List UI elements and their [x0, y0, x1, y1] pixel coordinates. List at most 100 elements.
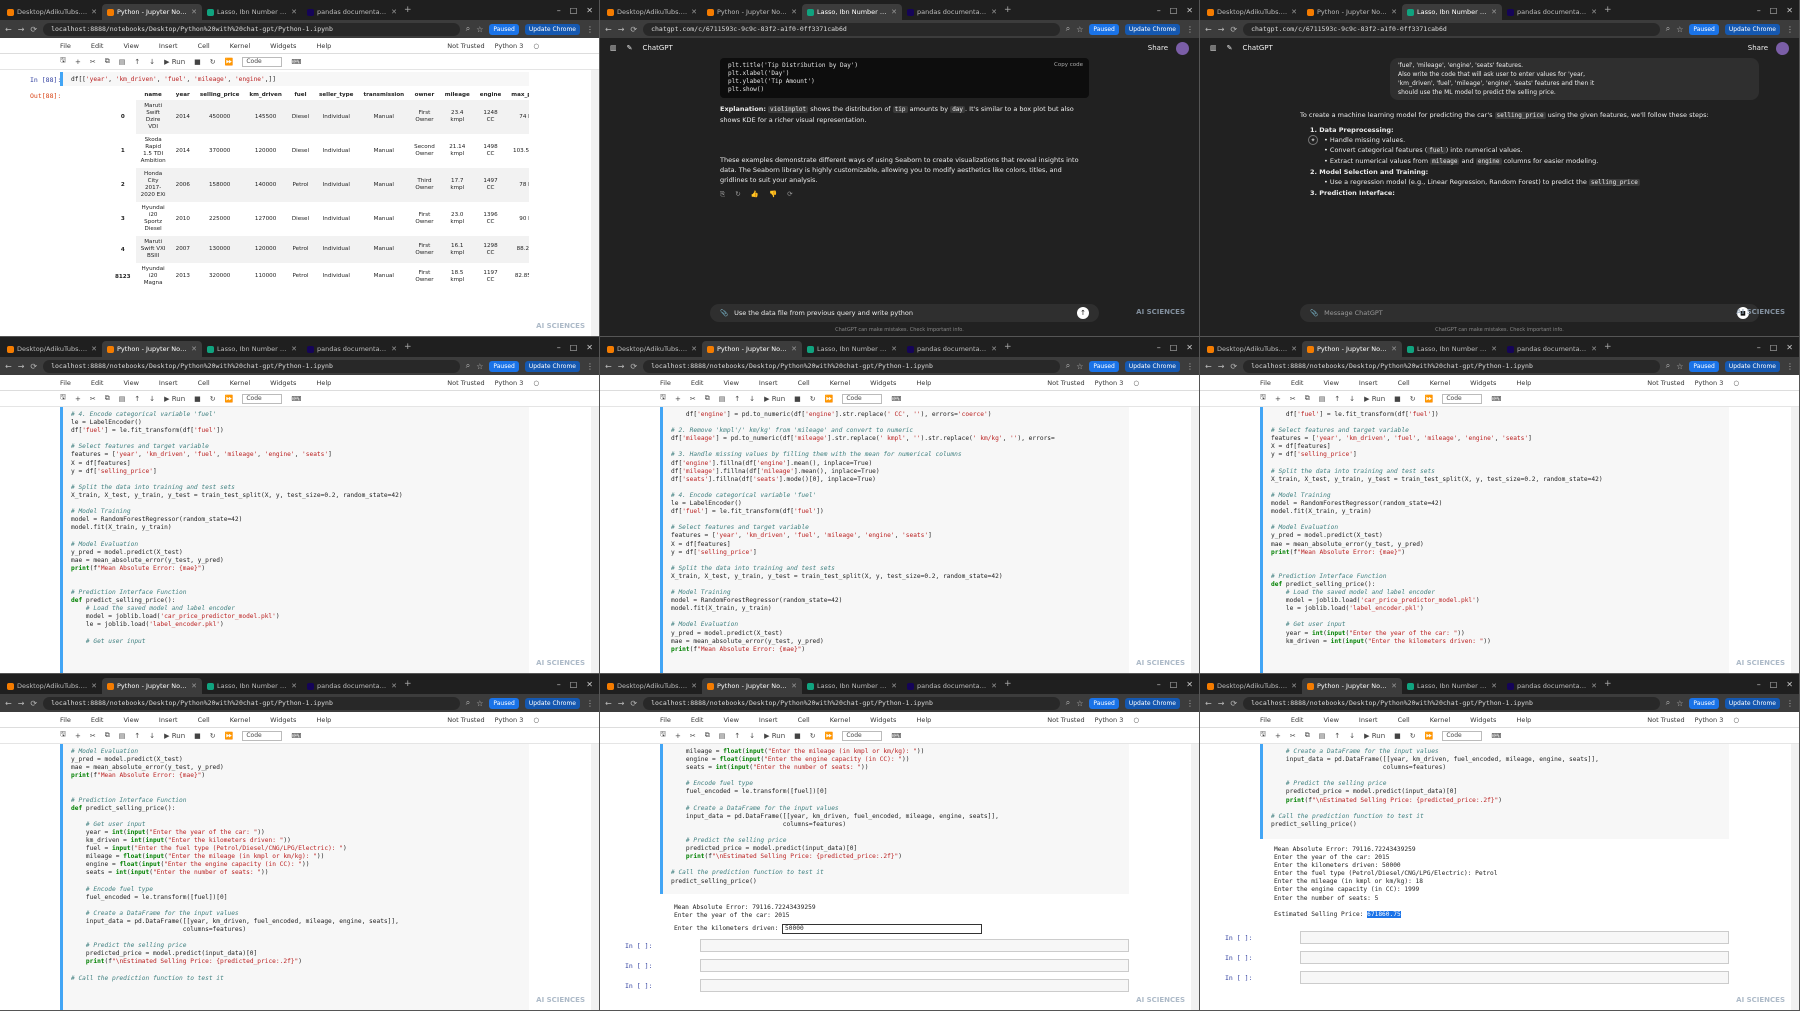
cell-type-select[interactable]: Code [1442, 393, 1483, 404]
menu-cell[interactable]: Cell [198, 379, 210, 387]
restart-run-all-icon[interactable]: ⏩ [225, 395, 234, 403]
empty-code-cell[interactable] [1300, 931, 1729, 944]
back-icon[interactable]: ← [5, 25, 12, 34]
reload-icon[interactable]: ⟳ [30, 362, 37, 371]
move-up-icon[interactable]: ↑ [134, 732, 140, 740]
browser-menu-icon[interactable]: ⋮ [1786, 699, 1794, 708]
share-button[interactable]: Share [1148, 44, 1168, 52]
browser-tab[interactable]: pandas documentation - pa...✕ [302, 4, 402, 20]
code-cell[interactable]: # 4. Encode categorical variable 'fuel' … [60, 407, 529, 673]
command-palette-icon[interactable]: ⌨ [891, 732, 901, 740]
menu-edit[interactable]: Edit [1291, 716, 1304, 724]
menu-view[interactable]: View [1323, 716, 1338, 724]
reload-icon[interactable]: ⟳ [630, 25, 637, 34]
reload-icon[interactable]: ⟳ [630, 699, 637, 708]
reload-icon[interactable]: ⟳ [630, 362, 637, 371]
bookmark-star-icon[interactable]: ☆ [1676, 699, 1683, 708]
trust-status[interactable]: Not Trusted [1647, 716, 1684, 724]
restart-run-all-icon[interactable]: ⏩ [1425, 395, 1434, 403]
menu-cell[interactable]: Cell [1398, 716, 1410, 724]
browser-tab[interactable]: pandas documentation - pa...✕ [1502, 341, 1602, 357]
cell-type-select[interactable]: Code [242, 393, 283, 404]
url-field[interactable]: chatgpt.com/c/6711593c-9c9c-83f2-a1f0-0f… [643, 22, 1060, 36]
save-icon[interactable]: 🖫 [660, 393, 666, 404]
move-down-icon[interactable]: ↓ [749, 395, 755, 403]
restart-run-all-icon[interactable]: ⏩ [825, 732, 834, 740]
browser-menu-icon[interactable]: ⋮ [586, 699, 594, 708]
empty-code-cell[interactable] [700, 979, 1129, 992]
close-icon[interactable]: ✕ [1391, 682, 1397, 690]
browser-tab[interactable]: pandas documentation - pa...✕ [1502, 4, 1602, 20]
close-icon[interactable]: ✕ [791, 8, 797, 16]
browser-tab[interactable]: Lasso, Ibn Number Game✕ [802, 4, 902, 20]
notebook-scrollbar[interactable] [591, 744, 599, 1010]
close-icon[interactable]: ✕ [1391, 8, 1397, 16]
menu-edit[interactable]: Edit [691, 716, 704, 724]
menu-widgets[interactable]: Widgets [870, 716, 896, 724]
bookmark-star-icon[interactable]: ☆ [1676, 25, 1683, 34]
cell-type-select[interactable]: Code [1442, 730, 1483, 741]
cut-icon[interactable]: ✂ [690, 732, 696, 740]
code-cell[interactable]: # Create a DataFrame for the input value… [1260, 744, 1729, 839]
cut-icon[interactable]: ✂ [690, 395, 696, 403]
url-field[interactable]: chatgpt.com/c/6711593c-9c9c-83f2-a1f0-0f… [1243, 22, 1660, 36]
maximize-icon[interactable]: □ [1170, 343, 1178, 352]
menu-kernel[interactable]: Kernel [230, 379, 250, 387]
share-button[interactable]: Share [1748, 44, 1768, 52]
send-icon[interactable]: ↑ [1077, 307, 1089, 319]
attach-icon[interactable]: 📎 [1310, 309, 1318, 317]
save-icon[interactable]: 🖫 [660, 730, 666, 741]
menu-edit[interactable]: Edit [91, 42, 104, 50]
stop-icon[interactable]: ■ [794, 732, 801, 740]
command-palette-icon[interactable]: ⌨ [1491, 732, 1501, 740]
browser-menu-icon[interactable]: ⋮ [1186, 699, 1194, 708]
browser-tab[interactable]: Python - Jupyter Notebook✕ [1302, 678, 1402, 694]
copy-icon[interactable]: ⧉ [705, 731, 710, 740]
restart-icon[interactable]: ↻ [210, 395, 216, 403]
cut-icon[interactable]: ✂ [90, 58, 96, 66]
stop-icon[interactable]: ■ [194, 395, 201, 403]
browser-tab[interactable]: Desktop/AdikuTubs.Science✕ [1202, 341, 1302, 357]
maximize-icon[interactable]: □ [1770, 6, 1778, 15]
paused-profile-button[interactable]: Paused [489, 23, 519, 35]
menu-edit[interactable]: Edit [91, 716, 104, 724]
close-icon[interactable]: ✕ [691, 8, 697, 16]
close-window-icon[interactable]: ✕ [586, 680, 593, 689]
run-icon[interactable]: ▶ Run [1364, 732, 1385, 740]
close-icon[interactable]: ✕ [991, 345, 997, 353]
run-icon[interactable]: ▶ Run [164, 58, 185, 66]
restart-run-all-icon[interactable]: ⏩ [1425, 732, 1434, 740]
paste-icon[interactable]: ▤ [119, 732, 126, 740]
menu-insert[interactable]: Insert [159, 379, 178, 387]
menu-file[interactable]: File [1260, 379, 1271, 387]
bookmark-star-icon[interactable]: ☆ [476, 362, 483, 371]
zoom-icon[interactable]: ⌕ [466, 361, 470, 371]
browser-tab[interactable]: Desktop/AdikuTubs.Science✕ [1202, 678, 1302, 694]
menu-widgets[interactable]: Widgets [1470, 379, 1496, 387]
browser-tab[interactable]: pandas documentation - pa...✕ [902, 4, 1002, 20]
menu-help[interactable]: Help [316, 716, 331, 724]
new-tab-icon[interactable]: + [1004, 342, 1012, 352]
close-icon[interactable]: ✕ [1491, 682, 1497, 690]
maximize-icon[interactable]: □ [1770, 343, 1778, 352]
browser-menu-icon[interactable]: ⋮ [586, 25, 594, 34]
forward-icon[interactable]: → [618, 699, 625, 708]
notebook-scrollbar[interactable] [1191, 407, 1199, 673]
save-icon[interactable]: 🖫 [1260, 393, 1266, 404]
add-cell-icon[interactable]: + [675, 732, 681, 740]
browser-menu-icon[interactable]: ⋮ [1786, 362, 1794, 371]
maximize-icon[interactable]: □ [1770, 680, 1778, 689]
close-icon[interactable]: ✕ [291, 8, 297, 16]
paused-profile-button[interactable]: Paused [489, 697, 519, 709]
forward-icon[interactable]: → [18, 699, 25, 708]
paused-profile-button[interactable]: Paused [1689, 23, 1719, 35]
close-window-icon[interactable]: ✕ [1186, 6, 1193, 15]
menu-cell[interactable]: Cell [198, 42, 210, 50]
update-chrome-button[interactable]: Update Chrome [524, 23, 580, 35]
menu-help[interactable]: Help [316, 42, 331, 50]
zoom-icon[interactable]: ⌕ [1066, 361, 1070, 371]
message-composer[interactable]: 📎 Message ChatGPT ■ [1300, 304, 1759, 322]
menu-view[interactable]: View [723, 379, 738, 387]
browser-tab[interactable]: Python - Jupyter Notebook✕ [702, 341, 802, 357]
url-field[interactable]: localhost:8888/notebooks/Desktop/Python%… [643, 696, 1060, 710]
